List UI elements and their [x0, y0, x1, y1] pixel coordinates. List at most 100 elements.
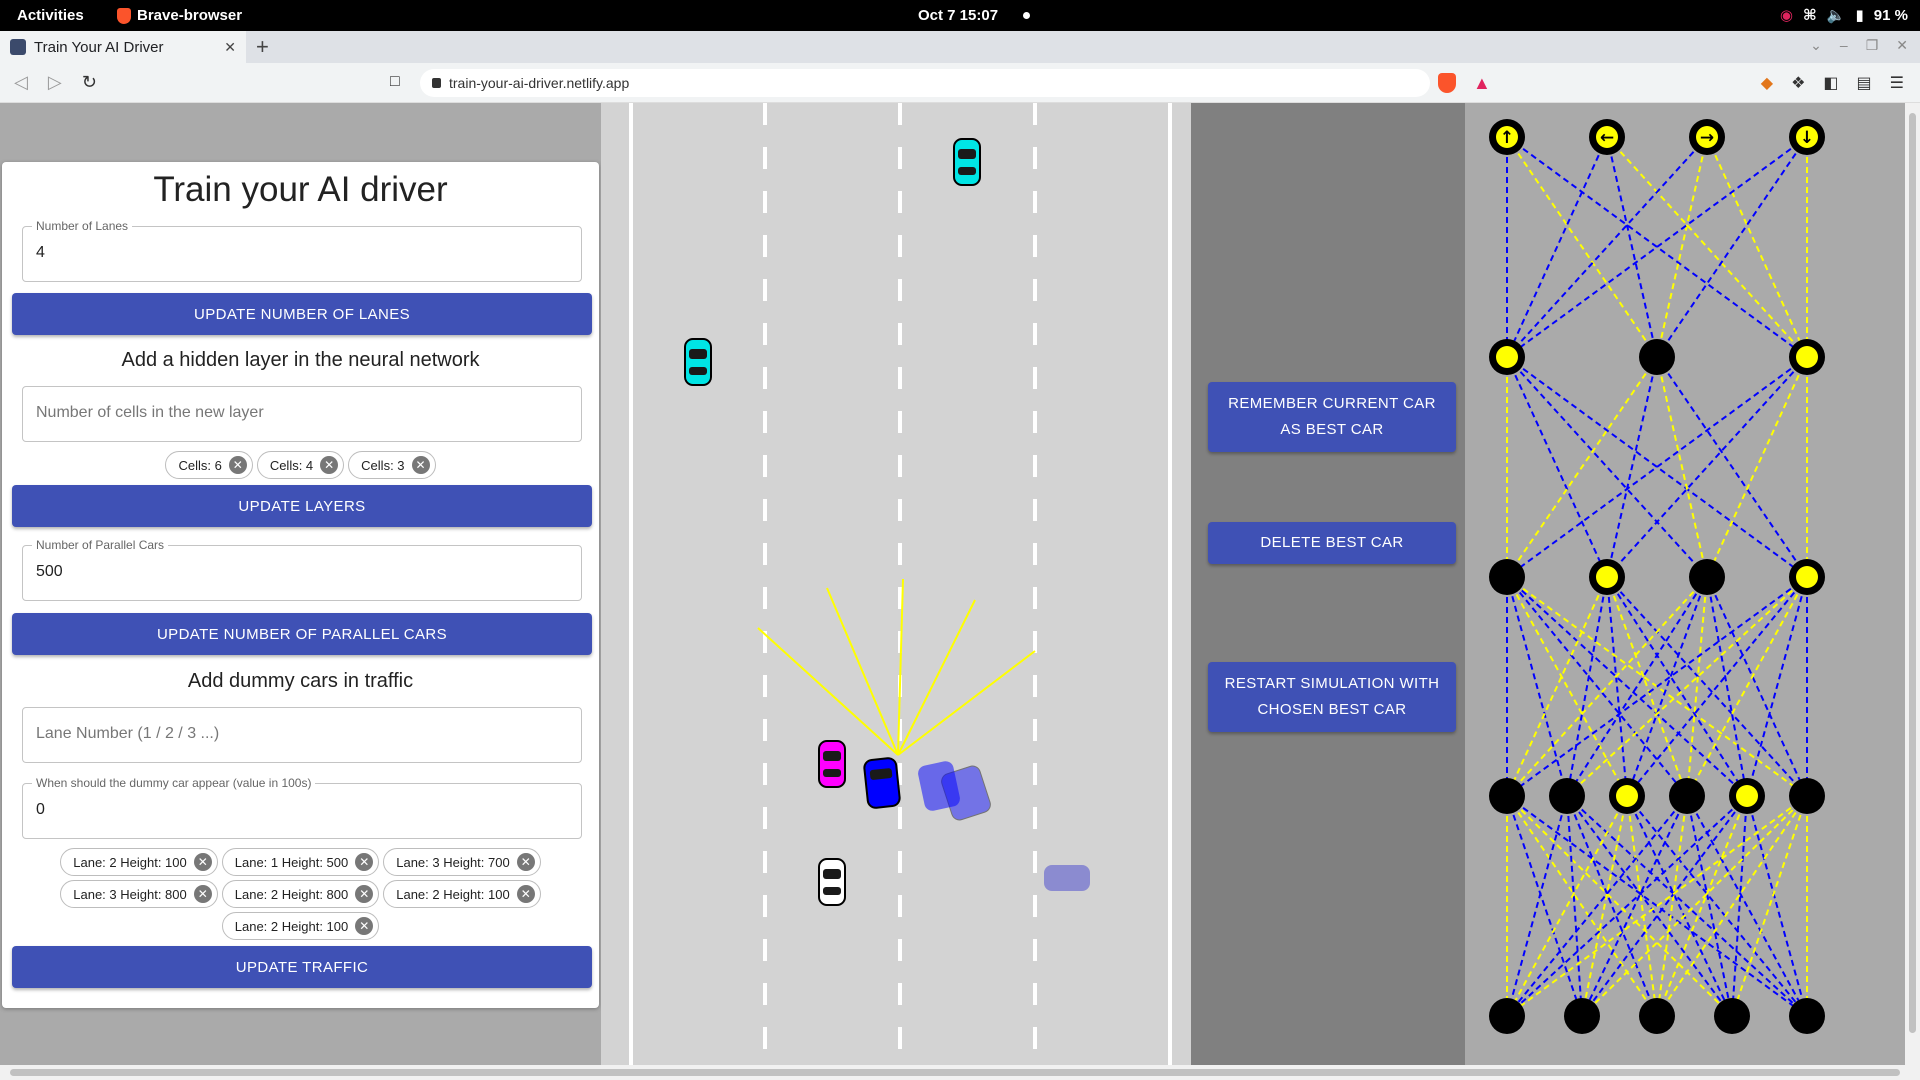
remove-chip-icon[interactable]: ✕: [355, 885, 374, 903]
reload-icon[interactable]: ↻: [82, 72, 97, 93]
lanes-field[interactable]: Number of Lanes 4: [22, 219, 582, 282]
delete-best-car-button[interactable]: DELETE BEST CAR: [1208, 522, 1456, 564]
remove-chip-icon[interactable]: ✕: [355, 853, 374, 871]
neuron: [1564, 998, 1600, 1034]
vertical-scroll-thumb[interactable]: [1909, 113, 1916, 1033]
neuron: [1729, 778, 1765, 814]
traffic-chip[interactable]: Lane: 2 Height: 100 ✕: [221, 912, 380, 940]
lanes-value: 4: [36, 244, 45, 261]
remember-best-car-button[interactable]: REMEMBER CURRENT CAR AS BEST CAR: [1208, 382, 1456, 452]
neuron: ↓: [1789, 119, 1825, 155]
page-title: Train your AI driver: [153, 170, 448, 209]
close-tab-icon[interactable]: ✕: [224, 39, 236, 56]
traffic-heading: Add dummy cars in traffic: [187, 670, 414, 692]
extensions-area: ◆ ❖ ◧ ▤ ☰: [1761, 73, 1904, 93]
remove-chip-icon[interactable]: ✕: [516, 885, 535, 903]
traffic-chip[interactable]: Lane: 1 Height: 500 ✕: [221, 848, 380, 876]
favicon-icon: [10, 39, 26, 55]
neuron: [1689, 559, 1725, 595]
remove-chip-icon[interactable]: ✕: [193, 853, 212, 871]
lane-number-input[interactable]: Lane Number (1 / 2 / 3 ...): [22, 707, 582, 763]
forward-icon[interactable]: ▷: [48, 72, 62, 93]
neuron: →: [1689, 119, 1725, 155]
new-tab-button[interactable]: +: [256, 34, 269, 60]
neuron: [1489, 559, 1525, 595]
arrow-right-icon: →: [1700, 128, 1714, 148]
restart-simulation-button[interactable]: RESTART SIMULATION WITH CHOSEN BEST CAR: [1208, 662, 1456, 732]
update-layers-button[interactable]: UPDATE LAYERS: [12, 485, 592, 527]
close-window-icon[interactable]: ✕: [1896, 37, 1908, 54]
page-viewport: Train your AI driver Number of Lanes 4 U…: [0, 103, 1905, 1065]
battery-icon: ▮: [1855, 7, 1864, 24]
neuron: [1639, 339, 1675, 375]
metamask-icon[interactable]: ◆: [1761, 73, 1773, 93]
best-car: [818, 740, 846, 788]
traffic-chip[interactable]: Lane: 2 Height: 100 ✕: [383, 880, 541, 908]
remove-chip-icon[interactable]: ✕: [193, 885, 212, 903]
activities-button[interactable]: Activities: [17, 7, 84, 24]
road-surface: [601, 103, 1191, 1065]
neuron: [1789, 559, 1825, 595]
update-parallel-cars-button[interactable]: UPDATE NUMBER OF PARALLEL CARS: [12, 613, 592, 655]
volume-icon: 🔈: [1826, 7, 1846, 24]
horizontable-scrollbar[interactable]: [0, 1065, 1920, 1080]
traffic-car: [818, 858, 846, 906]
minimize-icon[interactable]: –: [1840, 37, 1848, 54]
arrow-down-icon: ↓: [1800, 128, 1814, 148]
address-bar[interactable]: train-your-ai-driver.netlify.app: [420, 69, 1430, 97]
layer-chip[interactable]: Cells: 3 ✕: [348, 451, 436, 479]
traffic-chip[interactable]: Lane: 3 Height: 800 ✕: [60, 880, 218, 908]
nav-buttons: ◁ ▷ ↻: [14, 72, 97, 93]
neuron: [1714, 998, 1750, 1034]
neuron: ↑: [1489, 119, 1525, 155]
update-lanes-button[interactable]: UPDATE NUMBER OF LANES: [12, 293, 592, 335]
parallel-cars-field[interactable]: Number of Parallel Cars 500: [22, 538, 582, 601]
brave-shield-tray-icon: ◉: [1779, 7, 1793, 24]
arrow-left-icon: ←: [1600, 128, 1614, 148]
settings-panel: Train your AI driver Number of Lanes 4 U…: [2, 162, 599, 1008]
layer-chip[interactable]: Cells: 6 ✕: [165, 451, 253, 479]
tab-title: Train Your AI Driver: [34, 38, 164, 56]
url-text: train-your-ai-driver.netlify.app: [449, 75, 630, 91]
wallet-icon[interactable]: ▤: [1857, 73, 1872, 93]
appear-time-field[interactable]: When should the dummy car appear (value …: [22, 776, 582, 839]
remove-chip-icon[interactable]: ✕: [411, 456, 430, 474]
maximize-icon[interactable]: ❐: [1866, 37, 1879, 54]
traffic-chip[interactable]: Lane: 3 Height: 700 ✕: [383, 848, 541, 876]
neural-network-visualizer: ↑ ← → ↓: [1465, 103, 1865, 1065]
remove-chip-icon[interactable]: ✕: [320, 456, 339, 474]
parallel-cars-label: Number of Parallel Cars: [32, 538, 169, 552]
neuron: [1489, 339, 1525, 375]
update-traffic-button[interactable]: UPDATE TRAFFIC: [12, 946, 592, 988]
clock[interactable]: Oct 7 15:07: [918, 7, 998, 24]
sidebar-icon[interactable]: ◧: [1823, 73, 1838, 93]
system-tray[interactable]: ◉ ⌘ 🔈 ▮ 91 %: [1779, 6, 1908, 25]
cells-input[interactable]: Number of cells in the new layer: [22, 386, 582, 442]
remove-chip-icon[interactable]: ✕: [355, 917, 374, 935]
app-menu[interactable]: Brave-browser: [117, 7, 242, 24]
brave-shields-icon[interactable]: [1438, 73, 1456, 93]
traffic-car: [684, 338, 712, 386]
back-icon[interactable]: ◁: [14, 72, 28, 93]
control-column: REMEMBER CURRENT CAR AS BEST CAR DELETE …: [1191, 103, 1465, 1065]
neuron: [1549, 778, 1585, 814]
horizontal-scroll-thumb[interactable]: [10, 1069, 1900, 1076]
chip-label: Lane: 3 Height: 700: [396, 854, 510, 870]
lane-number-placeholder: Lane Number (1 / 2 / 3 ...): [36, 725, 220, 742]
neuron: [1789, 339, 1825, 375]
bookmark-icon[interactable]: □: [390, 73, 400, 91]
appear-time-label: When should the dummy car appear (value …: [32, 776, 316, 790]
traffic-chip[interactable]: Lane: 2 Height: 100 ✕: [60, 848, 218, 876]
rewards-icon[interactable]: ▲: [1473, 73, 1491, 94]
vertical-scrollbar[interactable]: [1905, 103, 1920, 1065]
traffic-chip[interactable]: Lane: 2 Height: 800 ✕: [221, 880, 380, 908]
remove-chip-icon[interactable]: ✕: [516, 853, 535, 871]
remove-chip-icon[interactable]: ✕: [228, 456, 247, 474]
menu-icon[interactable]: ☰: [1890, 73, 1904, 93]
tab-search-icon[interactable]: ⌄: [1810, 37, 1822, 54]
chip-label: Cells: 3: [361, 457, 405, 473]
puzzle-icon[interactable]: ❖: [1791, 73, 1805, 93]
tab-train-your-ai-driver[interactable]: Train Your AI Driver ✕: [0, 31, 246, 63]
layer-chip[interactable]: Cells: 4 ✕: [256, 451, 345, 479]
arrow-up-icon: ↑: [1500, 128, 1514, 148]
